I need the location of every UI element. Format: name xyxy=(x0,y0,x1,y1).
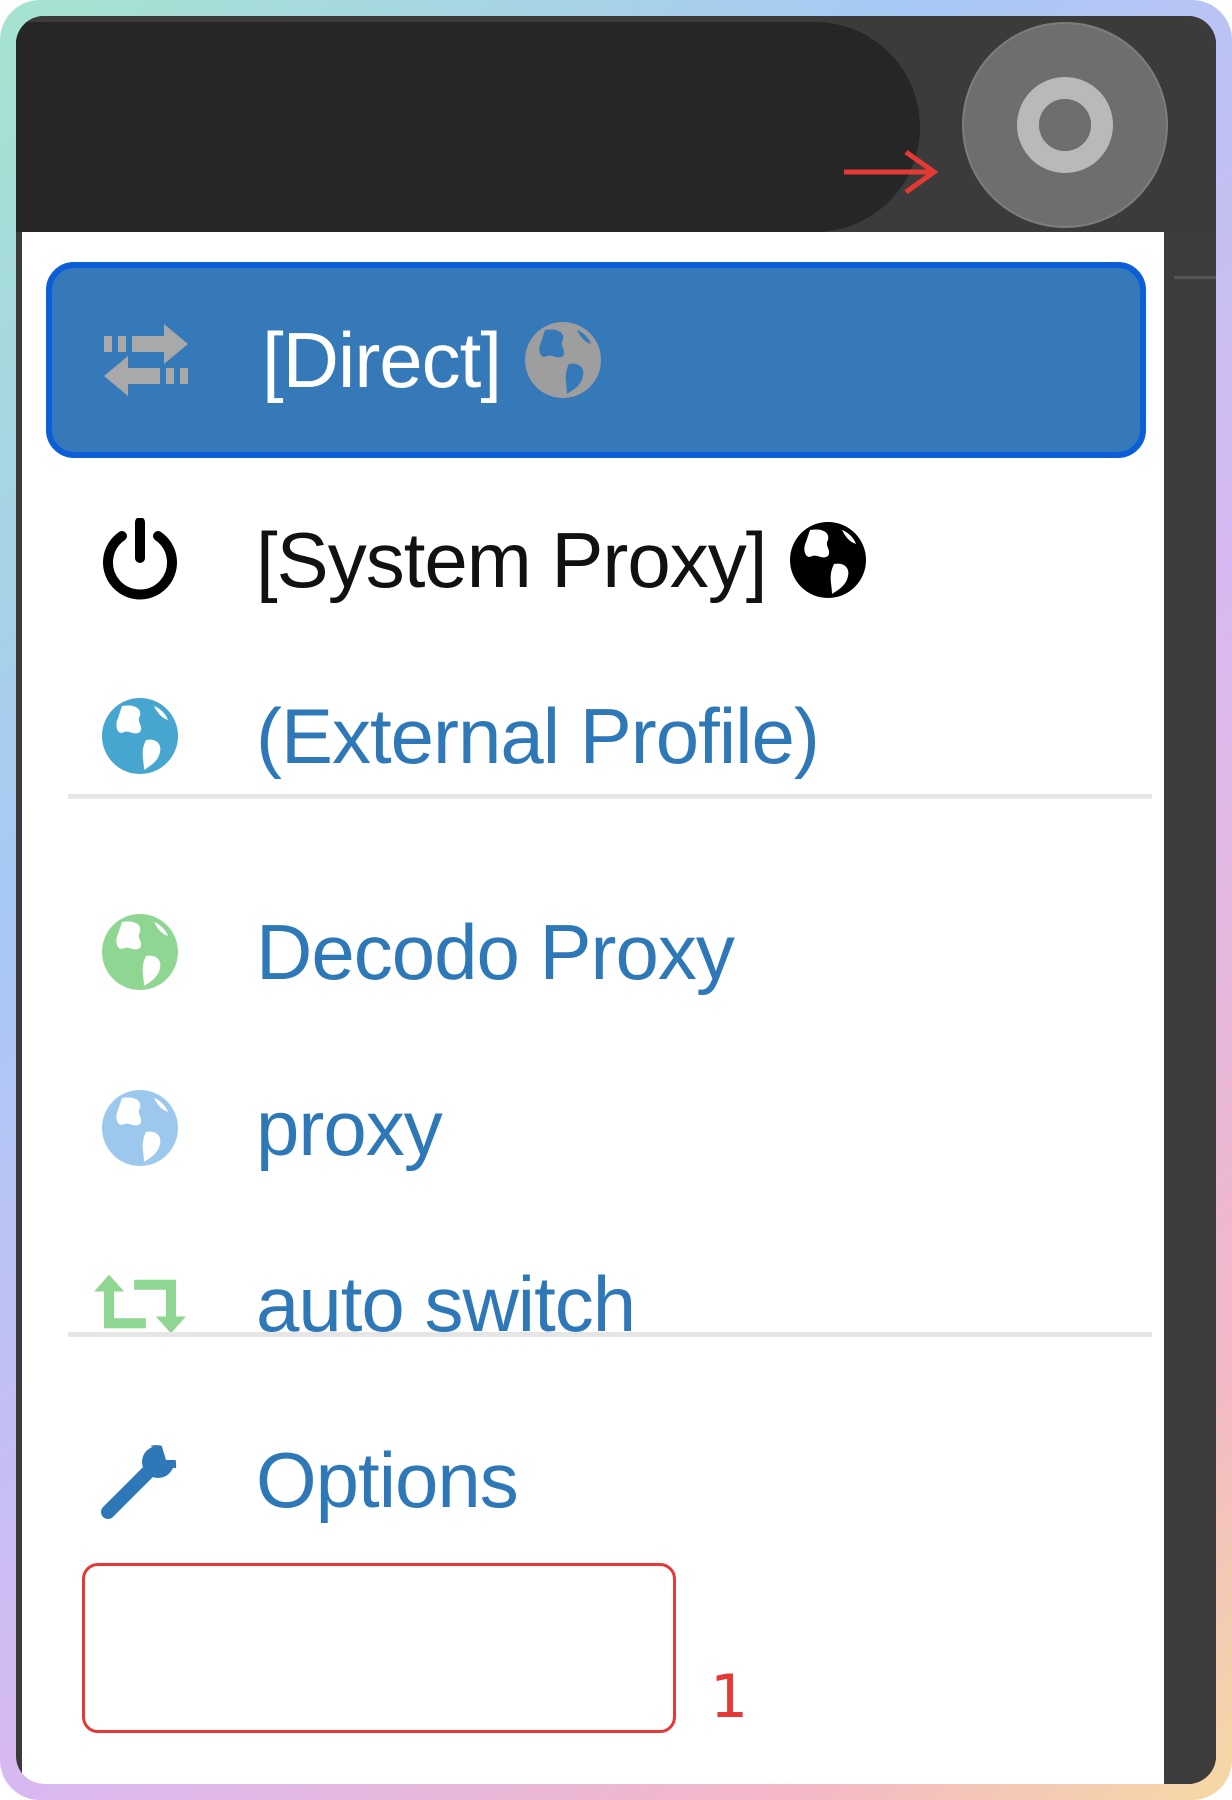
globe-icon xyxy=(525,322,602,398)
globe-icon xyxy=(790,522,867,598)
power-icon xyxy=(94,514,186,606)
menu-item-system-proxy[interactable]: [System Proxy] xyxy=(46,462,1146,658)
address-bar[interactable] xyxy=(16,22,920,232)
options-highlight-box xyxy=(82,1563,676,1733)
proxy-switch-popup: [Direct] [System Proxy] (External Profil… xyxy=(22,232,1164,1784)
menu-item-label: Decodo Proxy xyxy=(256,908,735,996)
menu-item-options[interactable]: Options xyxy=(46,1382,1146,1578)
menu-divider xyxy=(68,1332,1152,1337)
wrench-icon xyxy=(94,1434,186,1526)
step-number: 1 xyxy=(710,1662,749,1732)
menu-item-direct[interactable]: [Direct] xyxy=(46,262,1146,458)
globe-icon xyxy=(94,690,186,782)
menu-item-label: proxy xyxy=(256,1084,443,1172)
menu-item-external-profile[interactable]: (External Profile) xyxy=(46,638,1146,834)
globe-icon xyxy=(94,1082,186,1174)
menu-divider xyxy=(68,794,1152,799)
menu-item-label: [Direct] xyxy=(262,316,502,404)
menu-item-decodo-proxy[interactable]: Decodo Proxy xyxy=(46,854,1146,1050)
menu-item-proxy[interactable]: proxy xyxy=(46,1030,1146,1226)
menu-item-auto-switch[interactable]: auto switch xyxy=(46,1206,1146,1402)
page-background-strip xyxy=(1164,232,1216,1784)
red-arrow-icon xyxy=(844,150,939,194)
browser-window: [Direct] [System Proxy] (External Profil… xyxy=(16,16,1216,1784)
menu-item-label: (External Profile) xyxy=(256,692,820,780)
browser-toolbar xyxy=(16,16,1216,232)
menu-item-label: [System Proxy] xyxy=(256,516,767,604)
exchange-arrows-icon xyxy=(100,314,192,406)
globe-icon xyxy=(94,906,186,998)
menu-item-label: Options xyxy=(256,1436,519,1524)
screenshot-frame: [Direct] [System Proxy] (External Profil… xyxy=(0,0,1232,1800)
proxy-extension-button[interactable] xyxy=(962,22,1168,228)
